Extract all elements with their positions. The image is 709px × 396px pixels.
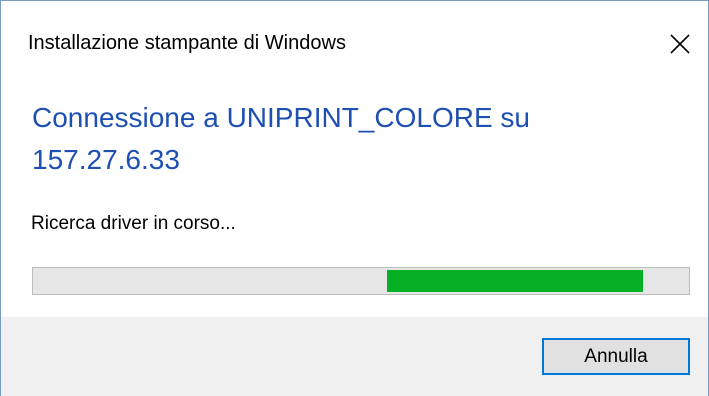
heading-line-2: 157.27.6.33 [32,144,180,175]
dialog-footer: Annulla [1,317,708,396]
status-text: Ricerca driver in corso... [31,213,236,234]
title-bar: Installazione stampante di Windows [1,1,708,85]
window-title: Installazione stampante di Windows [28,32,346,54]
progress-fill [387,270,643,292]
close-button[interactable] [657,21,703,67]
cancel-button[interactable]: Annulla [542,338,690,375]
progress-bar [32,267,690,295]
printer-setup-dialog: Installazione stampante di Windows Conne… [0,0,709,396]
heading-line-1: Connessione a UNIPRINT_COLORE su [32,102,530,133]
close-icon [670,34,690,54]
connection-heading: Connessione a UNIPRINT_COLORE su 157.27.… [32,97,672,181]
